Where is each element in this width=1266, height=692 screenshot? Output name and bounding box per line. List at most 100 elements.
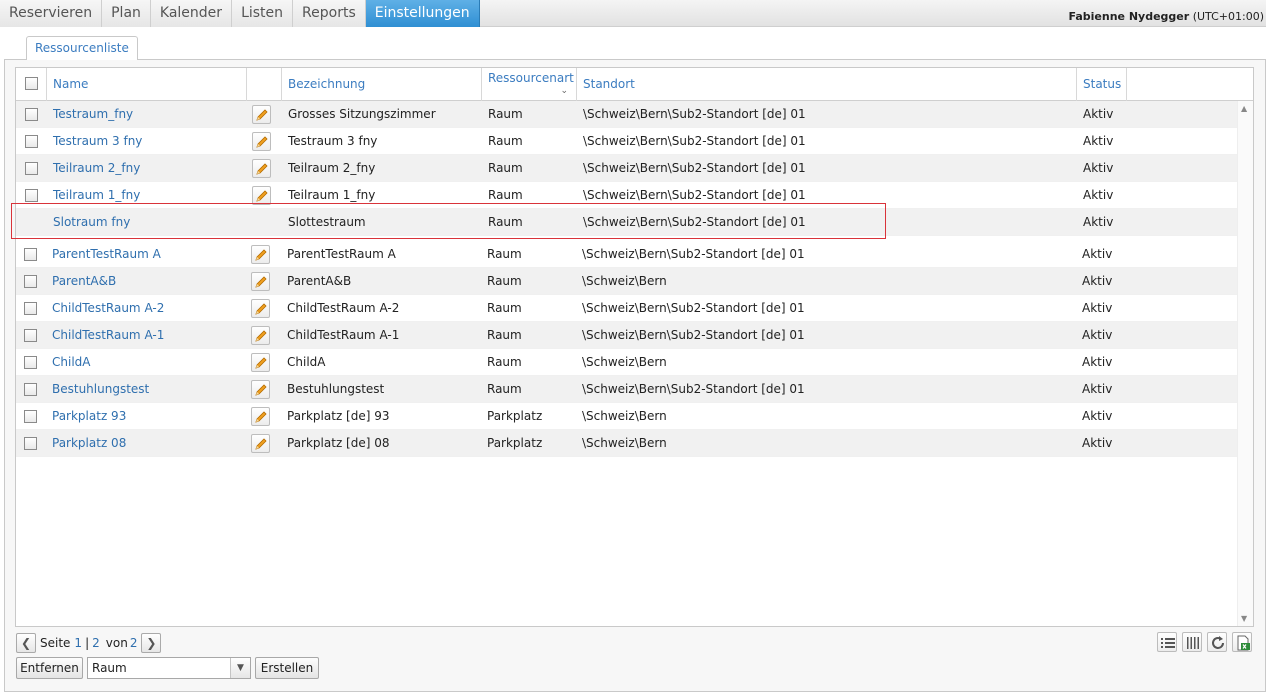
columns-icon[interactable] [1182,632,1202,652]
column-header-standort[interactable]: Standort [577,68,1077,101]
resource-type: Raum [488,161,523,175]
dropdown-arrow-icon[interactable]: ▼ [230,658,250,678]
tab-ressourcenliste[interactable]: Ressourcenliste [26,36,138,60]
resource-name-link[interactable]: ChildTestRaum A-2 [52,295,164,322]
table-row[interactable]: Bestuhlungstest Bestuhlungstest Raum \Schwe… [16,376,1237,403]
resource-type: Raum [488,134,523,148]
column-header-ressourcenart[interactable]: Ressourcenart ⌄ [482,68,577,101]
row-checkbox[interactable] [24,410,37,423]
edit-pencil-icon[interactable] [251,353,270,372]
create-button[interactable]: Erstellen [255,657,319,679]
pager-separator: | [85,636,90,650]
resource-location: \Schweiz\Bern [582,409,667,423]
tab-listen[interactable]: Listen [232,0,294,27]
edit-pencil-icon[interactable] [251,407,270,426]
resource-bezeichnung: ParentTestRaum A [287,247,396,261]
row-checkbox[interactable] [24,437,37,450]
edit-pencil-icon[interactable] [251,380,270,399]
tab-kalender[interactable]: Kalender [150,0,233,27]
tab-reservieren[interactable]: Reservieren [0,0,103,27]
resource-location: \Schweiz\Bern\Sub2-Standort [de] 01 [583,161,806,175]
resource-location: \Schweiz\Bern\Sub2-Standort [de] 01 [583,107,806,121]
table-row[interactable]: Parkplatz 93 Parkplatz [de] 93 Parkplatz \S… [16,403,1237,430]
resource-bezeichnung: ParentA&B [287,274,352,288]
table-row[interactable]: ChildTestRaum A-1 ChildTestRaum A-1 Raum \S… [16,322,1237,349]
resource-name-link[interactable]: Bestuhlungstest [52,376,149,403]
row-checkbox[interactable] [24,248,37,261]
resource-name-link[interactable]: ParentA&B [52,268,116,295]
tab-plan[interactable]: Plan [102,0,151,27]
edit-pencil-icon[interactable] [251,272,270,291]
tab-einstellungen[interactable]: Einstellungen [365,0,480,27]
scroll-up-icon[interactable]: ▲ [1241,104,1247,113]
edit-pencil-icon[interactable] [252,132,271,151]
row-checkbox[interactable] [25,189,38,202]
resource-type-select[interactable]: ▼ [87,657,251,679]
resource-type: Raum [487,355,522,369]
resource-name-link[interactable]: Parkplatz 08 [52,430,126,457]
resource-location: \Schweiz\Bern\Sub2-Standort [de] 01 [582,301,805,315]
select-all-checkbox[interactable] [25,77,38,90]
row-checkbox[interactable] [25,162,38,175]
resource-name-link[interactable]: ChildTestRaum A-1 [52,322,164,349]
row-checkbox[interactable] [24,329,37,342]
top-bar: Reservieren Plan Kalender Listen Reports… [0,0,1266,27]
edit-pencil-icon[interactable] [251,326,270,345]
resource-status: Aktiv [1083,134,1114,148]
table-row[interactable]: Testraum_fny Grosses Sitzungszimmer Raum \S… [16,101,1237,128]
resource-name-link[interactable]: ChildA [52,349,90,376]
edit-pencil-icon[interactable] [252,159,271,178]
pager-page-2[interactable]: 2 [92,633,100,653]
resource-name-link[interactable]: Testraum_fny [53,101,133,128]
row-checkbox[interactable] [25,135,38,148]
resource-bezeichnung: Testraum 3 fny [288,134,378,148]
pager-total-pages[interactable]: 2 [130,633,138,653]
resource-status: Aktiv [1082,328,1113,342]
resource-name-link[interactable]: Teilraum 2_fny [53,155,140,182]
vertical-scrollbar[interactable]: ▲ ▼ [1237,101,1253,626]
prev-page-icon[interactable]: ❮ [16,633,36,653]
table-row[interactable]: ChildTestRaum A-2 ChildTestRaum A-2 Raum \S… [16,295,1237,322]
row-checkbox[interactable] [25,108,38,121]
edit-pencil-icon[interactable] [252,105,271,124]
pager-page-1[interactable]: 1 [74,633,82,653]
row-checkbox[interactable] [24,302,37,315]
row-checkbox[interactable] [24,275,37,288]
resource-type: Raum [488,107,523,121]
resource-type: Parkplatz [487,436,543,450]
next-page-icon[interactable]: ❯ [141,633,162,653]
resource-status: Aktiv [1083,215,1114,229]
table-row[interactable]: ParentTestRaum A ParentTestRaum A Raum \Sch… [16,241,1237,268]
highlighted-row-outline [11,203,886,239]
column-header-name[interactable]: Name [47,68,247,101]
table-row[interactable]: Teilraum 2_fny Teilraum 2_fny Raum \Schweiz… [16,155,1237,182]
column-header-bezeichnung[interactable]: Bezeichnung [282,68,482,101]
resource-name-link[interactable]: ParentTestRaum A [52,241,161,268]
edit-pencil-icon[interactable] [251,245,270,264]
resource-status: Aktiv [1082,409,1113,423]
resource-bezeichnung: Parkplatz [de] 93 [287,409,390,423]
tab-reports[interactable]: Reports [293,0,366,27]
resource-type: Raum [487,382,522,396]
refresh-icon[interactable] [1207,632,1227,652]
table-row[interactable]: Testraum 3 fny Testraum 3 fny Raum \Schweiz… [16,128,1237,155]
row-checkbox[interactable] [24,383,37,396]
excel-export-icon[interactable] [1232,632,1252,652]
pager-von-label: von [105,636,128,650]
resource-name-link[interactable]: Testraum 3 fny [53,128,142,155]
resource-name-link[interactable]: Parkplatz 93 [52,403,126,430]
resource-type-input[interactable] [88,658,230,678]
table-row[interactable]: Parkplatz 08 Parkplatz [de] 08 Parkplatz \S… [16,430,1237,457]
resource-location: \Schweiz\Bern [582,436,667,450]
resource-location: \Schweiz\Bern [582,355,667,369]
list-view-icon[interactable] [1157,632,1177,652]
edit-pencil-icon[interactable] [251,299,270,318]
resource-status: Aktiv [1083,107,1114,121]
column-header-status[interactable]: Status [1077,68,1127,101]
table-row[interactable]: ChildA ChildA Raum \Schweiz\Bern Aktiv [16,349,1237,376]
remove-button[interactable]: Entfernen [16,657,83,679]
edit-pencil-icon[interactable] [251,434,270,453]
scroll-down-icon[interactable]: ▼ [1241,614,1247,623]
table-row[interactable]: ParentA&B ParentA&B Raum \Schweiz\Bern Aktiv [16,268,1237,295]
row-checkbox[interactable] [24,356,37,369]
